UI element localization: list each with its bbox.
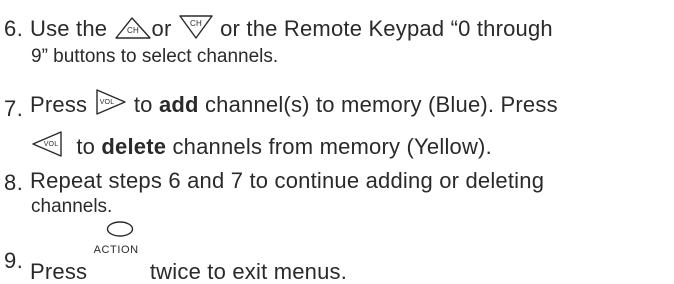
- step-9-line-1: Press ACTION twice to exit menus.: [30, 221, 347, 284]
- vol-left-icon: VOL: [30, 130, 64, 164]
- instruction-list: 6. Use the CH or CH or the Remote Keypad…: [0, 0, 674, 284]
- svg-text:VOL: VOL: [44, 141, 59, 148]
- action-button-icon: ACTION: [93, 221, 144, 256]
- step-number: 7.: [4, 96, 24, 121]
- step-number: 6.: [4, 16, 24, 41]
- step-6-line-1: Use the CH or CH or the Remote Keypad “0…: [30, 14, 553, 46]
- ch-up-icon: CH: [114, 14, 152, 46]
- step-number: 9.: [4, 248, 24, 273]
- step-8-line-1: Repeat steps 6 and 7 to continue adding …: [30, 168, 545, 193]
- step-8-line-2: channels.: [31, 196, 113, 217]
- svg-text:VOL: VOL: [99, 99, 114, 106]
- step-6-line-2: 9” buttons to select channels.: [31, 46, 279, 67]
- vol-right-icon: VOL: [94, 88, 128, 122]
- ch-down-icon: CH: [178, 14, 214, 46]
- step-7-line-1: Press VOL to add channel(s) to memory (B…: [30, 88, 558, 122]
- step-7-line-2: VOL to delete channels from memory (Yell…: [30, 130, 492, 164]
- svg-text:CH: CH: [190, 19, 202, 28]
- action-button-label: ACTION: [93, 244, 139, 256]
- svg-text:CH: CH: [127, 26, 139, 35]
- step-number: 8.: [4, 170, 24, 195]
